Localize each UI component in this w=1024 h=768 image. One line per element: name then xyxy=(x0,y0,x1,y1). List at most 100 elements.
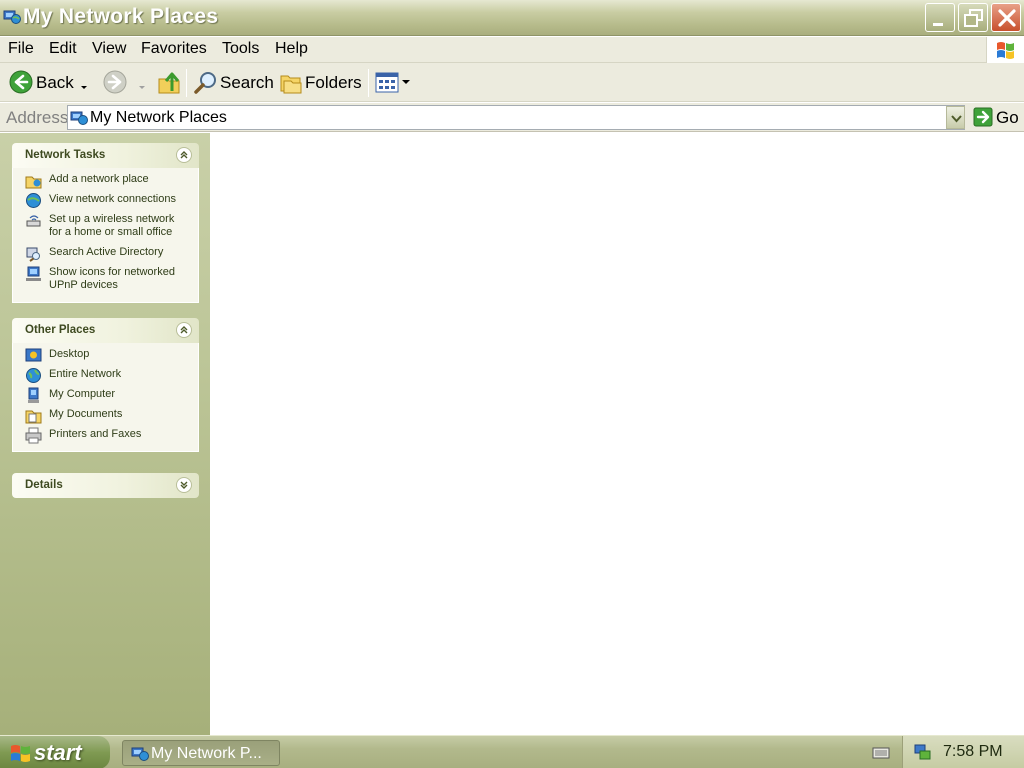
wireless-setup-icon xyxy=(25,212,42,229)
network-tasks-list: Add a network place View network connect… xyxy=(12,168,199,303)
menu-help[interactable]: Help xyxy=(275,40,308,58)
back-arrow-icon[interactable] xyxy=(9,70,33,99)
toolbar: Back Search Folders xyxy=(0,63,1024,102)
collapse-up-icon[interactable] xyxy=(176,322,192,338)
network-tasks-panel: Network Tasks Add a network place View n… xyxy=(12,143,199,303)
network-connections-icon xyxy=(25,192,42,209)
address-input[interactable]: My Network Places xyxy=(67,105,965,130)
task-setup-wireless[interactable]: Set up a wireless network for a home or … xyxy=(13,213,198,239)
menu-view[interactable]: View xyxy=(92,40,126,58)
details-panel: Details xyxy=(12,473,199,498)
place-printers-faxes[interactable]: Printers and Faxes xyxy=(13,427,198,444)
panel-title: Other Places xyxy=(25,324,96,336)
title-bar[interactable]: My Network Places xyxy=(0,0,1024,36)
go-arrow-icon[interactable] xyxy=(973,107,993,132)
folder-content-area[interactable] xyxy=(210,133,1024,735)
task-label: Set up a wireless network xyxy=(49,213,175,225)
place-entire-network[interactable]: Entire Network xyxy=(13,367,198,384)
task-label: View network connections xyxy=(49,193,176,205)
task-search-active-directory[interactable]: Search Active Directory xyxy=(13,245,198,262)
network-status-icon[interactable] xyxy=(913,743,933,766)
go-button-label[interactable]: Go xyxy=(996,108,1019,128)
collapse-up-icon[interactable] xyxy=(176,147,192,163)
views-icon[interactable] xyxy=(375,72,411,99)
place-label: Entire Network xyxy=(49,368,122,380)
toolbar-separator xyxy=(186,69,187,97)
panel-title: Network Tasks xyxy=(25,149,106,161)
task-pane: Network Tasks Add a network place View n… xyxy=(0,133,210,735)
desktop-icon xyxy=(25,347,42,364)
other-places-list: Desktop Entire Network My Computer My Do… xyxy=(12,343,199,452)
task-label: Show icons for networked xyxy=(49,266,175,278)
task-label: Search Active Directory xyxy=(49,246,164,258)
back-button-label[interactable]: Back xyxy=(36,73,74,93)
windows-flag-icon xyxy=(997,42,1014,59)
windows-flag-icon xyxy=(10,744,32,767)
restore-button[interactable] xyxy=(958,3,988,32)
taskbar-window-label: My Network P... xyxy=(151,745,262,762)
address-label: Address xyxy=(6,108,69,127)
task-show-upnp[interactable]: Show icons for networked UPnP devices xyxy=(13,266,198,292)
place-desktop[interactable]: Desktop xyxy=(13,347,198,364)
taskbar: start My Network P... 7:58 PM xyxy=(0,735,1024,768)
folders-button-label[interactable]: Folders xyxy=(305,73,362,93)
folders-icon[interactable] xyxy=(279,71,303,100)
search-icon[interactable] xyxy=(193,70,219,101)
system-tray: 7:58 PM xyxy=(902,736,1024,768)
search-button-label[interactable]: Search xyxy=(220,73,274,93)
clock[interactable]: 7:58 PM xyxy=(943,743,1003,761)
upnp-devices-icon xyxy=(25,265,42,282)
minimize-icon xyxy=(933,23,943,26)
details-header[interactable]: Details xyxy=(12,473,199,498)
network-places-icon xyxy=(70,109,88,132)
keyboard-icon[interactable] xyxy=(872,746,890,765)
place-my-computer[interactable]: My Computer xyxy=(13,387,198,404)
panel-title: Details xyxy=(25,479,63,491)
printer-icon xyxy=(25,427,42,444)
close-icon xyxy=(998,9,1016,27)
up-folder-icon[interactable] xyxy=(157,69,181,100)
task-label-line2: UPnP devices xyxy=(49,279,118,291)
network-places-icon xyxy=(131,745,149,768)
menu-tools[interactable]: Tools xyxy=(222,40,259,58)
place-label: Printers and Faxes xyxy=(49,428,142,440)
chevron-down-icon xyxy=(951,115,962,123)
network-tasks-header[interactable]: Network Tasks xyxy=(12,143,199,168)
globe-icon xyxy=(25,367,42,384)
task-label: Add a network place xyxy=(49,173,149,185)
menu-edit[interactable]: Edit xyxy=(49,40,77,58)
place-label: Desktop xyxy=(49,348,90,360)
window-title: My Network Places xyxy=(23,5,219,28)
windows-logo xyxy=(986,37,1024,63)
forward-dropdown-icon[interactable] xyxy=(138,78,146,96)
computer-icon xyxy=(25,387,42,404)
task-add-network-place[interactable]: Add a network place xyxy=(13,172,198,189)
toolbar-separator xyxy=(368,69,369,97)
add-network-place-icon xyxy=(25,172,42,189)
start-button[interactable]: start xyxy=(0,736,110,768)
other-places-panel: Other Places Desktop Entire Network My C… xyxy=(12,318,199,452)
network-places-icon xyxy=(3,8,21,26)
back-dropdown-icon[interactable] xyxy=(80,78,88,96)
menu-bar: File Edit View Favorites Tools Help xyxy=(0,37,1024,63)
task-view-network-connections[interactable]: View network connections xyxy=(13,192,198,209)
place-label: My Documents xyxy=(49,408,123,420)
close-button[interactable] xyxy=(991,3,1021,32)
other-places-header[interactable]: Other Places xyxy=(12,318,199,343)
taskbar-window-button[interactable]: My Network P... xyxy=(122,740,280,766)
expand-down-icon[interactable] xyxy=(176,477,192,493)
place-my-documents[interactable]: My Documents xyxy=(13,407,198,424)
restore-icon xyxy=(964,9,983,27)
address-dropdown-button[interactable] xyxy=(946,106,965,129)
address-bar: Address My Network Places Go xyxy=(0,103,1024,132)
documents-folder-icon xyxy=(25,407,42,424)
menu-favorites[interactable]: Favorites xyxy=(141,40,207,58)
start-label: start xyxy=(34,740,82,765)
place-label: My Computer xyxy=(49,388,116,400)
menu-file[interactable]: File xyxy=(8,40,34,58)
address-value: My Network Places xyxy=(90,109,227,126)
task-label-line2: for a home or small office xyxy=(49,226,173,238)
forward-arrow-icon[interactable] xyxy=(103,70,127,99)
active-directory-icon xyxy=(25,245,42,262)
minimize-button[interactable] xyxy=(925,3,955,32)
